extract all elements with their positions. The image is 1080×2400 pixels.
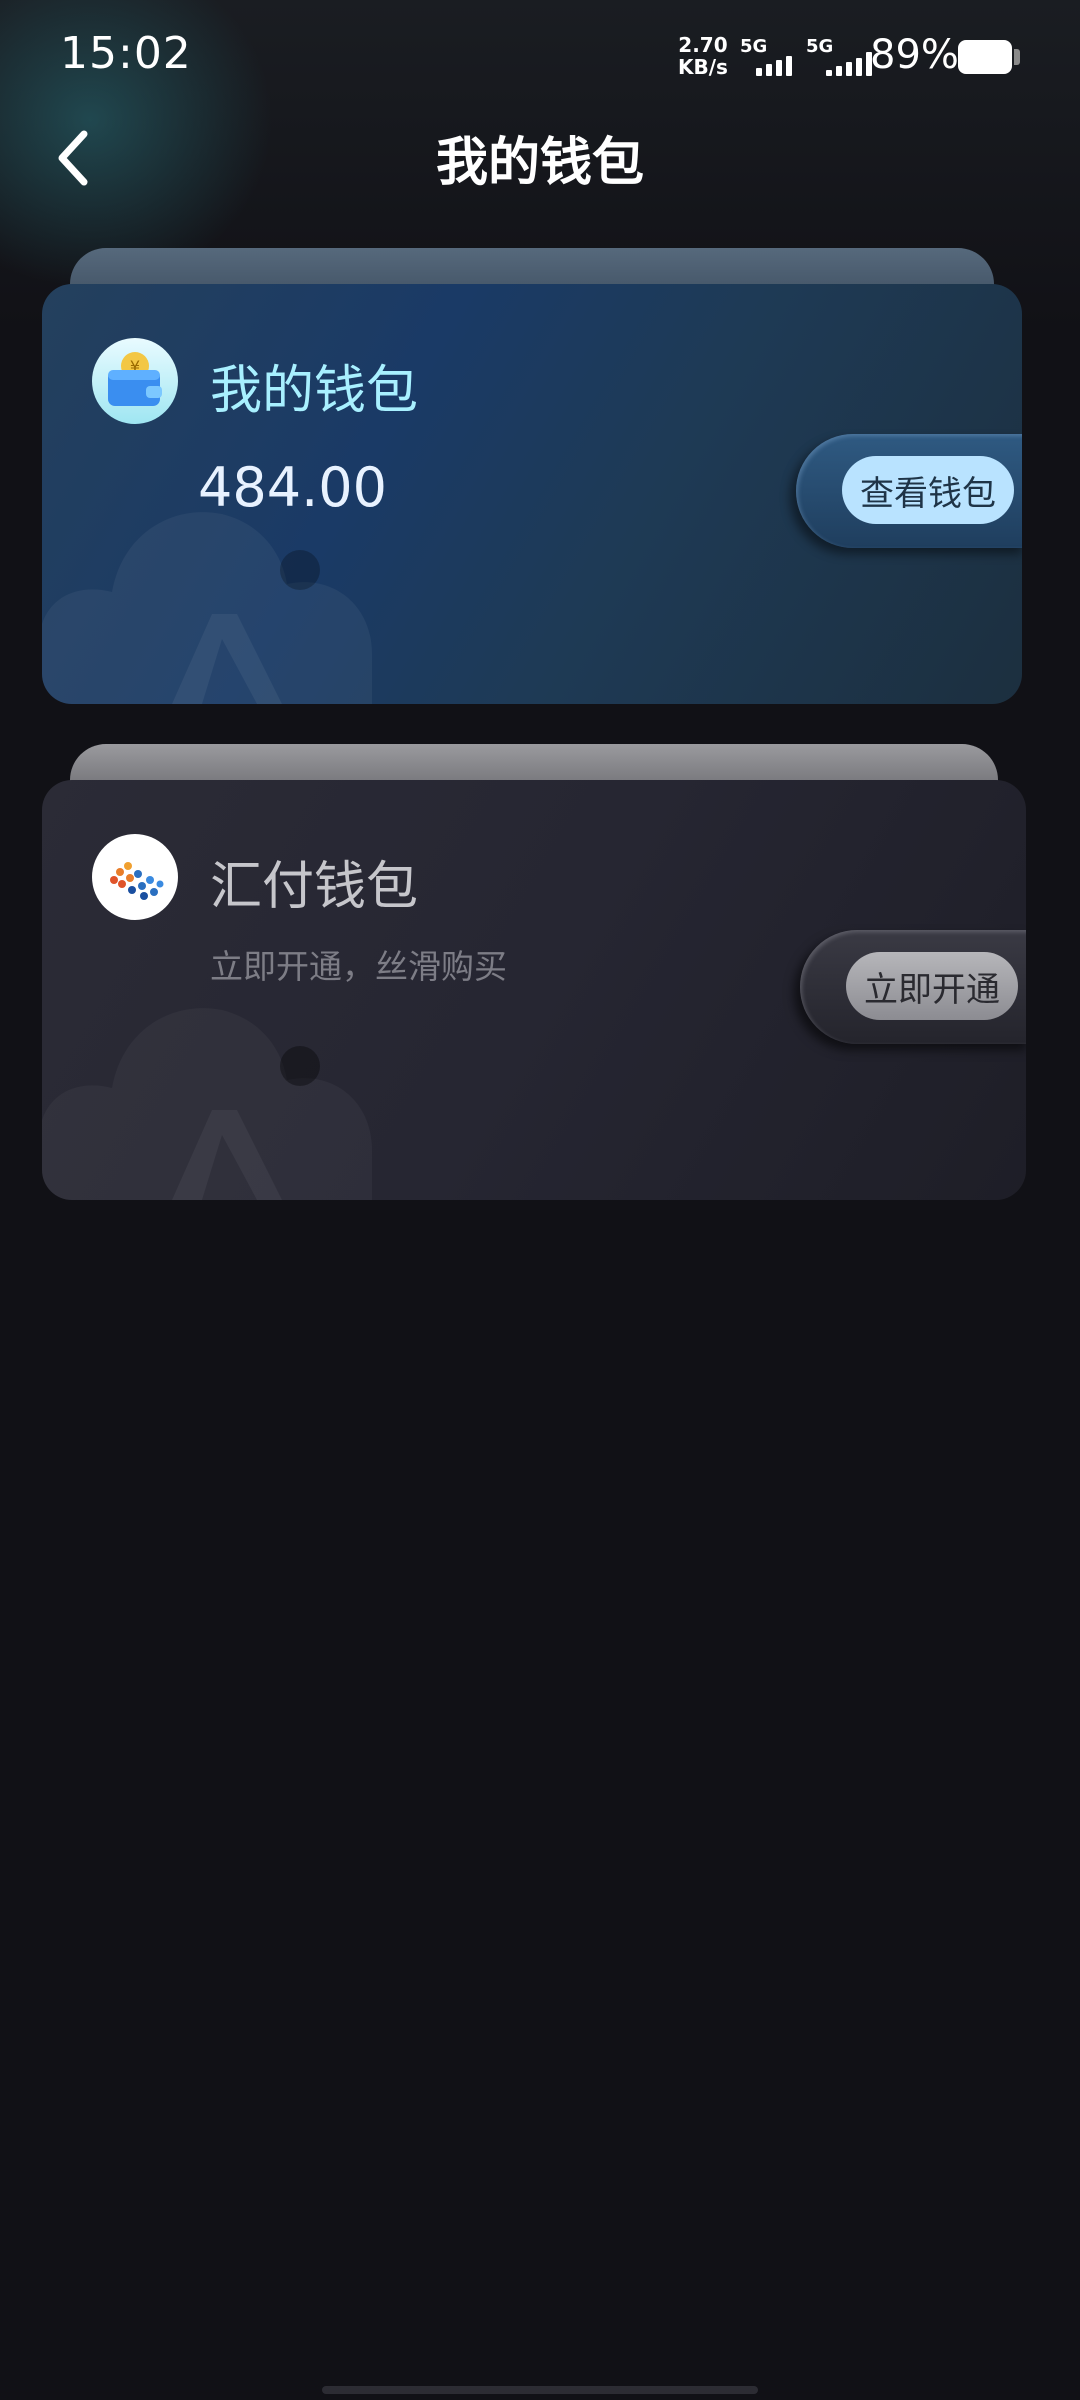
cloud-logo-watermark: [42, 1008, 372, 1200]
network-speed-unit: KB/s: [678, 55, 728, 79]
cloud-logo-watermark: [42, 512, 372, 704]
home-indicator[interactable]: [322, 2386, 758, 2394]
view-wallet-tab[interactable]: 查看钱包: [796, 434, 1022, 548]
status-time: 15:02: [60, 28, 192, 79]
card-title: 我的钱包: [210, 361, 419, 421]
card-subtitle: 立即开通，丝滑购买: [210, 947, 507, 986]
huifu-wallet-card-body: 汇付钱包 立即开通，丝滑购买 立即开通: [42, 780, 1026, 1200]
activate-tab[interactable]: 立即开通: [800, 930, 1026, 1044]
battery-icon: [958, 40, 1020, 74]
huifu-logo-icon: [92, 834, 178, 920]
network-speed: 2.70 KB/s: [678, 34, 728, 78]
signal-icon-sim2: 5G: [806, 36, 872, 76]
wallet-balance: 484.00: [198, 456, 387, 519]
card-title: 汇付钱包: [210, 857, 419, 917]
status-bar: 15:02 2.70 KB/s 5G 5G 89%: [0, 0, 1080, 112]
view-wallet-button[interactable]: 查看钱包: [842, 456, 1014, 524]
wallet-page: 15:02 2.70 KB/s 5G 5G 89% 我的钱包 ¥ 我的钱包 48…: [0, 0, 1080, 2400]
page-title: 我的钱包: [435, 133, 644, 193]
wallet-icon: ¥: [92, 338, 178, 424]
activate-now-button[interactable]: 立即开通: [846, 952, 1018, 1020]
signal-icon-sim1: 5G: [740, 36, 800, 76]
battery-percent: 89%: [870, 32, 959, 78]
network-speed-value: 2.70: [678, 33, 728, 57]
my-wallet-card[interactable]: ¥ 我的钱包 484.00 查看钱包: [42, 248, 1022, 708]
huifu-wallet-card[interactable]: 汇付钱包 立即开通，丝滑购买 立即开通: [42, 744, 1026, 1204]
sim1-label: 5G: [740, 36, 768, 57]
my-wallet-card-body: ¥ 我的钱包 484.00 查看钱包: [42, 284, 1022, 704]
